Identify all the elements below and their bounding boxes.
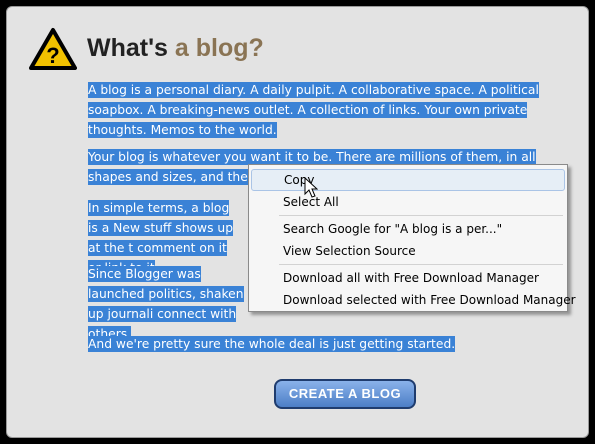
menu-separator xyxy=(279,264,563,265)
paragraph: And we're pretty sure the whole deal is … xyxy=(88,334,576,354)
menu-item-download-selected[interactable]: Download selected with Free Download Man… xyxy=(251,289,576,311)
mouse-pointer-icon xyxy=(304,177,318,198)
question-warning-icon: ? xyxy=(29,28,77,70)
selected-text: And we're pretty sure the whole deal is … xyxy=(88,336,456,352)
menu-separator xyxy=(279,215,563,216)
page-title: What's a blog? xyxy=(87,34,264,62)
context-menu: Copy Select All Search Google for "A blo… xyxy=(248,164,576,312)
menu-item-copy[interactable]: Copy xyxy=(251,169,565,191)
menu-item-search-google[interactable]: Search Google for "A blog is a per..." xyxy=(251,218,565,240)
menu-item-view-selection-source[interactable]: View Selection Source xyxy=(251,240,565,262)
create-blog-button[interactable]: CREATE A BLOG xyxy=(274,379,416,409)
menu-item-download-all[interactable]: Download all with Free Download Manager xyxy=(251,267,565,289)
svg-text:?: ? xyxy=(46,43,59,68)
page-title-accent: a blog? xyxy=(174,34,264,62)
paragraph: A blog is a personal diary. A daily pulp… xyxy=(88,80,576,140)
menu-item-select-all[interactable]: Select All xyxy=(251,191,565,213)
selected-text: A blog is a personal diary. A daily pulp… xyxy=(88,82,539,138)
selected-text: Since Blogger was launched politics, sha… xyxy=(88,266,244,342)
paragraph: Since Blogger was launched politics, sha… xyxy=(88,264,248,344)
